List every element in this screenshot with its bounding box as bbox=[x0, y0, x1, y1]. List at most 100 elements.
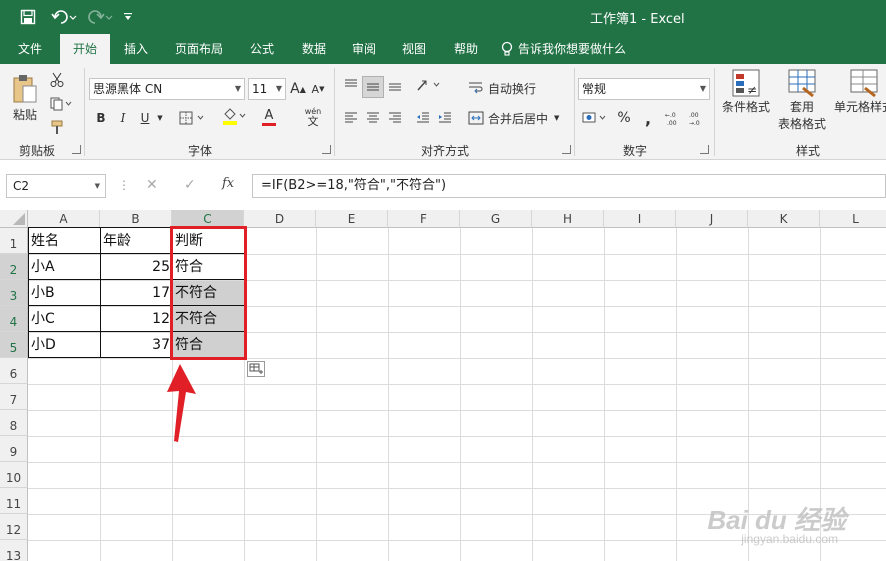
window-title: 工作簿1 - Excel bbox=[590, 12, 685, 27]
formula-input[interactable]: =IF(B2>=18,"符合","不符合") bbox=[252, 174, 886, 198]
tab-help[interactable]: 帮助 bbox=[444, 34, 488, 64]
cell-styles-button[interactable]: 单元格样式 bbox=[834, 68, 886, 138]
font-size-combo[interactable]: 11 ▼ bbox=[248, 78, 286, 100]
accounting-format-icon[interactable] bbox=[580, 108, 610, 128]
redo-icon[interactable] bbox=[84, 5, 116, 29]
font-launcher-icon[interactable] bbox=[322, 145, 331, 154]
alignment-launcher-icon[interactable] bbox=[562, 145, 571, 154]
column-header[interactable]: K bbox=[748, 210, 820, 228]
column-header[interactable]: D bbox=[244, 210, 316, 228]
cell-a2[interactable]: 小A bbox=[29, 254, 100, 280]
row-header-selected[interactable]: 3 bbox=[0, 280, 28, 306]
cut-icon[interactable] bbox=[46, 70, 68, 90]
grow-font-button[interactable]: A ▲ bbox=[290, 78, 306, 100]
save-icon[interactable] bbox=[16, 5, 40, 29]
row-header-selected[interactable]: 4 bbox=[0, 306, 28, 332]
row-header[interactable]: 1 bbox=[0, 228, 28, 254]
column-header[interactable]: F bbox=[388, 210, 460, 228]
gridline bbox=[460, 228, 461, 561]
row-header[interactable]: 7 bbox=[0, 384, 28, 410]
column-header[interactable]: E bbox=[316, 210, 388, 228]
enter-icon[interactable]: ✓ bbox=[184, 177, 196, 193]
phonetic-glyph: 文 bbox=[307, 114, 319, 128]
row-header[interactable]: 9 bbox=[0, 436, 28, 462]
row-header-selected[interactable]: 2 bbox=[0, 254, 28, 280]
align-bottom-icon[interactable] bbox=[386, 76, 404, 94]
row-header[interactable]: 11 bbox=[0, 488, 28, 514]
column-header[interactable]: L bbox=[820, 210, 886, 228]
cell-b3[interactable]: 17 bbox=[101, 280, 172, 306]
increase-decimal-icon[interactable]: ←.0.00 bbox=[664, 108, 686, 128]
conditional-format-button[interactable]: ≠ 条件格式 bbox=[718, 68, 774, 138]
worksheet-grid[interactable]: A B C D E F G H I J K L 1 2 3 4 5 6 7 8 … bbox=[0, 210, 886, 561]
phonetic-button[interactable]: wén 文 bbox=[298, 106, 328, 128]
tell-me-search[interactable]: 告诉我你想要做什么 bbox=[500, 34, 640, 64]
copy-icon[interactable] bbox=[46, 94, 76, 114]
tab-review[interactable]: 审阅 bbox=[342, 34, 386, 64]
cell-a1[interactable]: 姓名 bbox=[29, 228, 100, 254]
cancel-icon[interactable]: ✕ bbox=[146, 177, 158, 193]
italic-button[interactable]: I bbox=[114, 108, 132, 128]
tab-formulas[interactable]: 公式 bbox=[240, 34, 284, 64]
fill-color-button[interactable] bbox=[220, 106, 250, 128]
percent-button[interactable]: % bbox=[614, 108, 634, 128]
number-format-combo[interactable]: 常规 ▼ bbox=[578, 78, 710, 100]
tab-data[interactable]: 数据 bbox=[292, 34, 336, 64]
cell-a4[interactable]: 小C bbox=[29, 306, 100, 332]
row-header[interactable]: 13 bbox=[0, 540, 28, 561]
format-as-table-button[interactable]: 套用 表格格式 bbox=[770, 68, 834, 140]
cell-b2[interactable]: 25 bbox=[101, 254, 172, 280]
number-launcher-icon[interactable] bbox=[700, 145, 709, 154]
font-name-combo[interactable]: 思源黑体 CN ▼ bbox=[89, 78, 245, 100]
shrink-font-button[interactable]: A ▼ bbox=[310, 78, 326, 100]
insert-function-icon[interactable]: fx bbox=[222, 176, 234, 191]
align-center-icon[interactable] bbox=[364, 108, 382, 126]
gridline bbox=[604, 228, 605, 561]
comma-button[interactable]: , bbox=[638, 108, 658, 128]
cell-b5[interactable]: 37 bbox=[101, 332, 172, 358]
column-header[interactable]: A bbox=[28, 210, 100, 228]
cell-a5[interactable]: 小D bbox=[29, 332, 100, 358]
decrease-decimal-icon[interactable]: .00 →.0 bbox=[688, 108, 710, 128]
clipboard-launcher-icon[interactable] bbox=[72, 145, 81, 154]
tab-view[interactable]: 视图 bbox=[392, 34, 436, 64]
name-box[interactable]: C2 ▼ bbox=[6, 174, 106, 198]
align-middle-icon[interactable] bbox=[362, 76, 384, 98]
select-all-corner[interactable] bbox=[0, 210, 28, 228]
row-header[interactable]: 12 bbox=[0, 514, 28, 540]
column-header[interactable]: I bbox=[604, 210, 676, 228]
paste-button[interactable]: 粘贴 bbox=[8, 68, 42, 128]
quick-analysis-icon[interactable] bbox=[247, 361, 265, 377]
row-header[interactable]: 8 bbox=[0, 410, 28, 436]
wrap-text-button[interactable]: 自动换行 bbox=[468, 78, 548, 98]
chevron-down-icon[interactable]: ▼ bbox=[154, 108, 166, 128]
font-color-button[interactable]: A bbox=[254, 106, 284, 128]
orientation-icon[interactable] bbox=[414, 76, 444, 94]
borders-button[interactable] bbox=[176, 108, 210, 128]
row-header[interactable]: 6 bbox=[0, 358, 28, 384]
cell-b1[interactable]: 年龄 bbox=[101, 228, 172, 254]
bold-button[interactable]: B bbox=[92, 108, 110, 128]
tab-file[interactable]: 文件 bbox=[8, 34, 52, 64]
column-header[interactable]: B bbox=[100, 210, 172, 228]
tab-insert[interactable]: 插入 bbox=[114, 34, 158, 64]
format-painter-icon[interactable] bbox=[46, 118, 68, 138]
merge-center-button[interactable]: 合并后居中 ▼ bbox=[468, 108, 568, 128]
cell-a3[interactable]: 小B bbox=[29, 280, 100, 306]
row-header[interactable]: 10 bbox=[0, 462, 28, 488]
cell-b4[interactable]: 12 bbox=[101, 306, 172, 332]
column-header[interactable]: J bbox=[676, 210, 748, 228]
align-top-icon[interactable] bbox=[342, 76, 360, 94]
customize-qat-icon[interactable] bbox=[120, 5, 136, 29]
underline-button[interactable]: U bbox=[136, 108, 154, 128]
increase-indent-icon[interactable] bbox=[436, 108, 454, 126]
align-right-icon[interactable] bbox=[386, 108, 404, 126]
column-header[interactable]: H bbox=[532, 210, 604, 228]
tab-page-layout[interactable]: 页面布局 bbox=[166, 34, 232, 64]
decrease-indent-icon[interactable] bbox=[414, 108, 432, 126]
align-left-icon[interactable] bbox=[342, 108, 360, 126]
tab-home[interactable]: 开始 bbox=[60, 34, 110, 64]
undo-icon[interactable] bbox=[48, 5, 80, 29]
column-header[interactable]: G bbox=[460, 210, 532, 228]
row-header-selected[interactable]: 5 bbox=[0, 332, 28, 358]
